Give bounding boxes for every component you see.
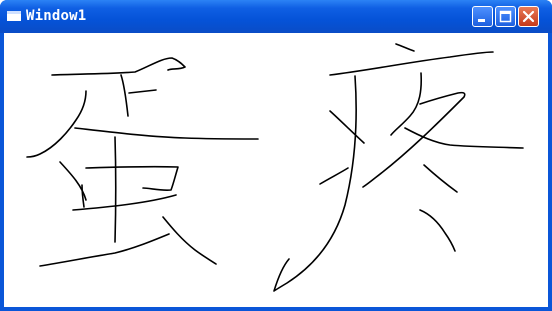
app-window-icon[interactable] [7,11,21,21]
ink-stroke [39,233,170,267]
maximize-icon [499,10,512,23]
handwritten-character-1 [26,57,259,267]
ink-stroke [273,75,357,292]
title-bar[interactable]: Window1 [0,0,552,33]
ink-stroke [26,90,87,158]
ink-stroke [128,89,157,94]
ink-stroke [81,184,85,208]
ink-stroke [329,110,365,144]
ink-stroke [390,72,423,136]
minimize-icon [478,19,485,22]
application-window: Window1 [0,0,552,311]
ink-stroke [319,167,349,185]
window-title: Window1 [26,8,87,24]
minimize-button[interactable] [472,6,493,27]
ink-stroke [114,136,117,243]
ink-stroke [120,74,129,117]
ink-stroke [72,194,177,211]
ink-stroke [395,43,415,52]
close-button[interactable] [518,6,539,27]
ink-stroke [51,57,186,76]
ink-stroke [362,91,466,188]
handwritten-character-2 [273,43,524,292]
ink-stroke [419,209,456,252]
close-icon [522,10,535,23]
drawing-canvas-area[interactable] [4,33,548,307]
ink-stroke [162,216,217,265]
handwriting-canvas[interactable] [4,33,548,307]
ink-stroke [423,164,458,193]
ink-stroke [74,127,259,140]
ink-stroke [85,165,179,192]
ink-stroke [329,51,494,76]
maximize-button[interactable] [495,6,516,27]
